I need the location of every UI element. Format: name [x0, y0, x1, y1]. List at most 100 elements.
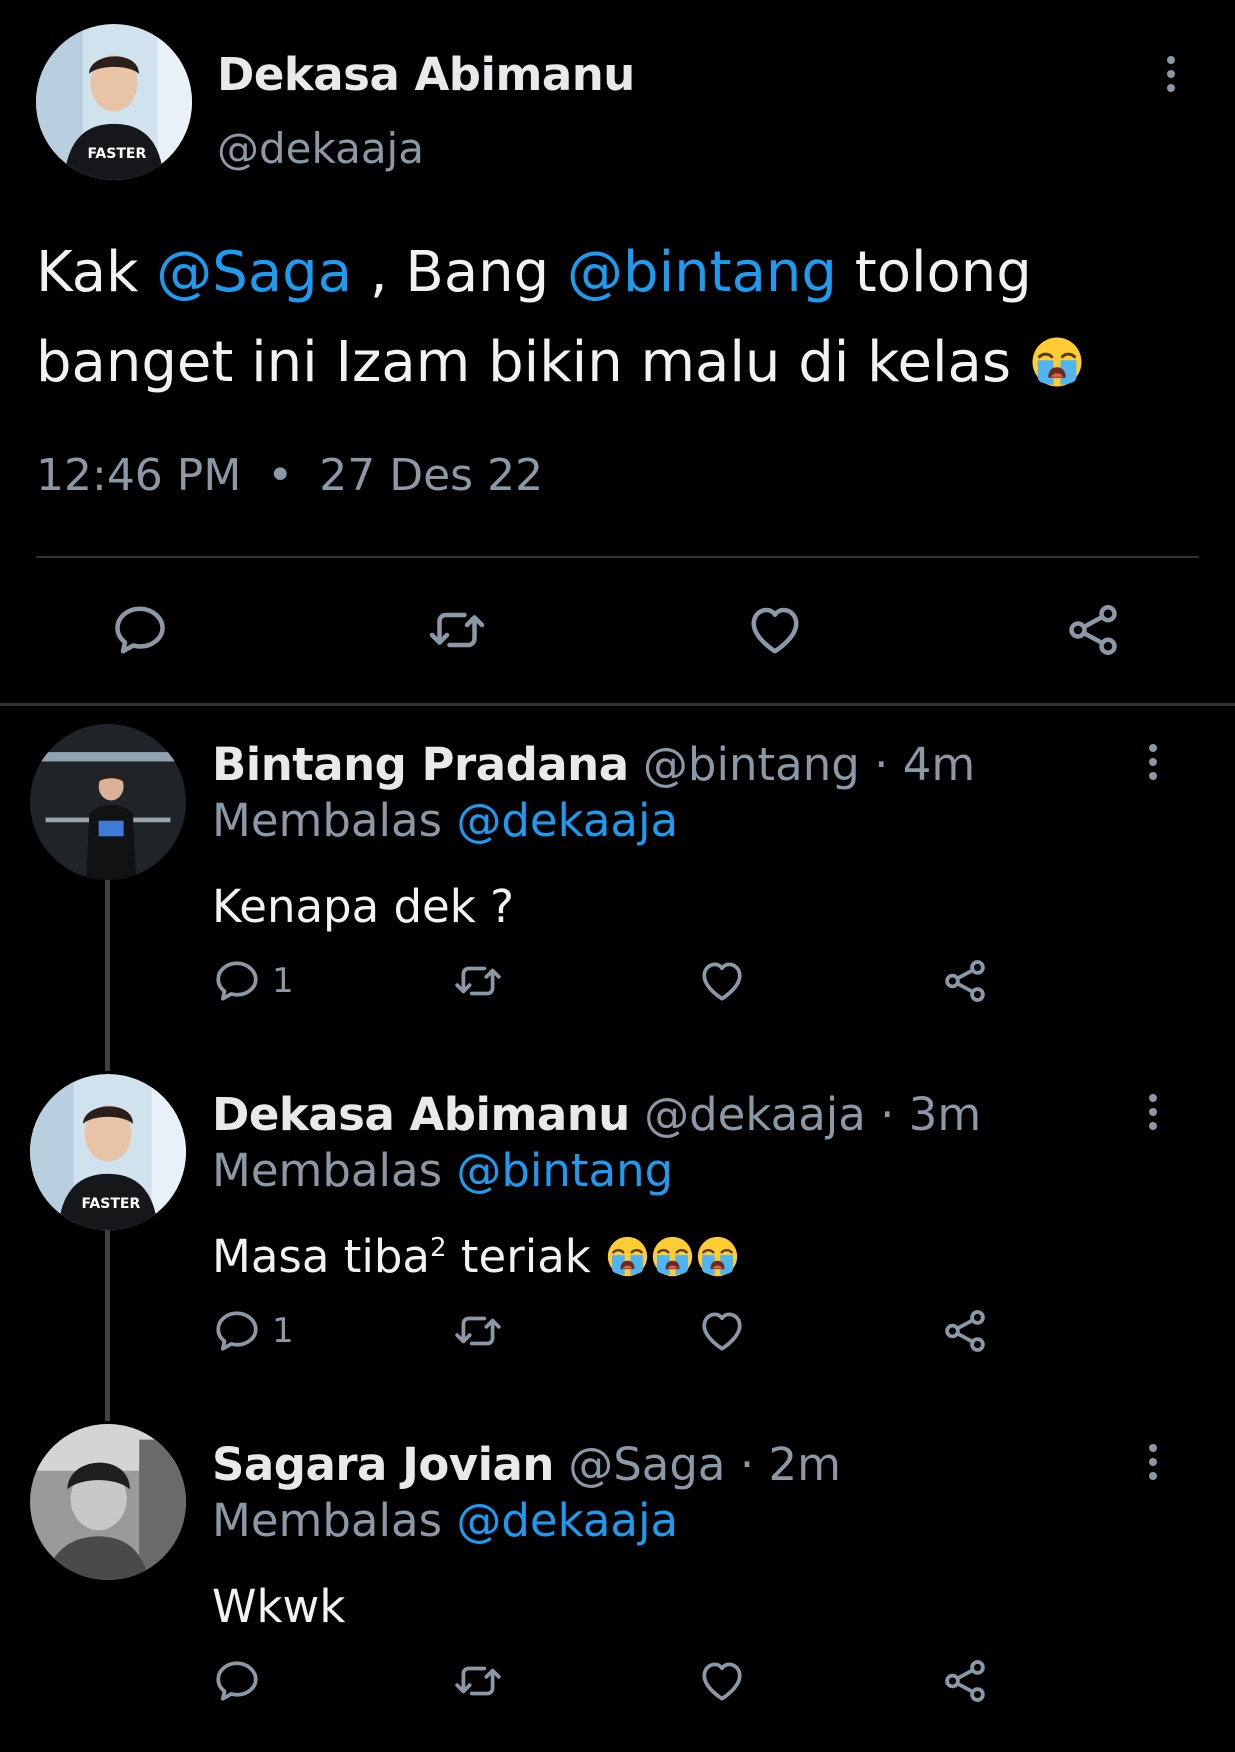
tweet-text-part: , Bang [352, 240, 568, 305]
avatar[interactable] [30, 1424, 186, 1580]
tweet-actions [0, 600, 1235, 664]
tweet-time: 12:46 PM [36, 450, 242, 501]
like-button[interactable] [697, 1656, 747, 1706]
tweet-actions [0, 1656, 1235, 1716]
retweet-button[interactable] [453, 956, 503, 1006]
main-tweet: FASTER Dekasa Abimanu @dekaaja Kak @Saga… [0, 0, 1235, 706]
share-button[interactable] [940, 956, 990, 1006]
tweet-timestamp[interactable]: 12:46 PM • 27 Des 22 [36, 450, 543, 501]
reply-time[interactable]: 3m [909, 1088, 981, 1141]
reply-button[interactable]: 1 [212, 1306, 294, 1356]
reply-author-name[interactable]: Dekasa Abimanu [212, 1088, 630, 1141]
more-options-icon[interactable] [1164, 56, 1178, 92]
loudly-crying-face-icon [1029, 334, 1085, 390]
reply-author-name[interactable]: Bintang Pradana [212, 738, 629, 791]
mention-link[interactable]: @dekaaja [456, 794, 678, 847]
avatar[interactable]: FASTER [36, 24, 192, 180]
divider [0, 703, 1235, 706]
more-options-icon[interactable] [1146, 1444, 1160, 1480]
reply-tweet: FASTER Dekasa Abimanu @dekaaja · 3m Memb… [0, 1058, 1235, 1408]
share-icon [940, 1306, 990, 1356]
mention-link[interactable]: @Saga [156, 240, 352, 305]
tweet-text: Kak @Saga , Bang @bintang tolong banget … [36, 228, 1166, 408]
reply-text: Kenapa dek ? [212, 880, 514, 933]
svg-text:FASTER: FASTER [87, 146, 146, 162]
reply-author-handle[interactable]: @Saga [568, 1438, 725, 1491]
reply-text-part: teriak [446, 1230, 606, 1283]
author-handle[interactable]: @dekaaja [217, 124, 424, 173]
reply-header: Dekasa Abimanu @dekaaja · 3m [212, 1088, 981, 1141]
header-separator: · [739, 1438, 755, 1491]
reply-time[interactable]: 4m [903, 738, 975, 791]
header-separator: · [874, 738, 889, 791]
retweet-button[interactable] [427, 600, 487, 660]
retweet-icon [427, 600, 487, 660]
reply-text: Wkwk [212, 1580, 346, 1633]
loudly-crying-face-icon [605, 1234, 650, 1279]
replying-label: Membalas [212, 794, 443, 847]
reply-text-superscript: 2 [430, 1233, 447, 1263]
tweet-actions: 1 [0, 1306, 1235, 1366]
divider [36, 556, 1199, 558]
more-options-icon[interactable] [1146, 1094, 1160, 1130]
tweet-actions: 1 [0, 956, 1235, 1016]
reply-text: Masa tiba2 teriak [212, 1230, 740, 1283]
loudly-crying-face-icon [695, 1234, 740, 1279]
replying-label: Membalas [212, 1494, 443, 1547]
reply-button[interactable] [212, 1656, 272, 1706]
reply-tweet: Bintang Pradana @bintang · 4m Membalas @… [0, 708, 1235, 1058]
retweet-button[interactable] [453, 1306, 503, 1356]
retweet-icon [453, 956, 503, 1006]
tweet-text-part: Kak [36, 240, 157, 305]
like-icon [697, 956, 747, 1006]
reply-icon [110, 600, 170, 660]
svg-text:FASTER: FASTER [81, 1196, 140, 1212]
reply-time[interactable]: 2m [768, 1438, 840, 1491]
share-icon [940, 1656, 990, 1706]
mention-link[interactable]: @bintang [567, 240, 837, 305]
reply-header: Sagara Jovian @Saga · 2m [212, 1438, 841, 1491]
reply-count: 1 [272, 1311, 294, 1351]
retweet-icon [453, 1306, 503, 1356]
reply-author-handle[interactable]: @bintang [643, 738, 860, 791]
like-button[interactable] [745, 600, 805, 660]
reply-icon [212, 1306, 262, 1356]
avatar[interactable]: FASTER [30, 1074, 186, 1230]
share-button[interactable] [940, 1656, 990, 1706]
like-button[interactable] [697, 956, 747, 1006]
share-icon [940, 956, 990, 1006]
retweet-button[interactable] [453, 1656, 503, 1706]
retweet-icon [453, 1656, 503, 1706]
mention-link[interactable]: @bintang [456, 1144, 673, 1197]
reply-button[interactable] [110, 600, 170, 660]
share-icon [1063, 600, 1123, 660]
avatar[interactable] [30, 724, 186, 880]
reply-tweet: Sagara Jovian @Saga · 2m Membalas @dekaa… [0, 1408, 1235, 1752]
meta-separator: • [267, 450, 294, 501]
reply-count: 1 [272, 961, 294, 1001]
reply-icon [212, 956, 262, 1006]
tweet-date: 27 Des 22 [319, 450, 544, 501]
more-options-icon[interactable] [1146, 744, 1160, 780]
like-button[interactable] [697, 1306, 747, 1356]
replying-to: Membalas @dekaaja [212, 1494, 678, 1547]
reply-header: Bintang Pradana @bintang · 4m [212, 738, 975, 791]
tweet-thread-page: FASTER Dekasa Abimanu @dekaaja Kak @Saga… [0, 0, 1235, 1752]
replying-to: Membalas @dekaaja [212, 794, 678, 847]
share-button[interactable] [1063, 600, 1123, 660]
reply-author-name[interactable]: Sagara Jovian [212, 1438, 554, 1491]
loudly-crying-face-icon [650, 1234, 695, 1279]
replying-to: Membalas @bintang [212, 1144, 673, 1197]
reply-icon [212, 1656, 262, 1706]
like-icon [697, 1656, 747, 1706]
reply-author-handle[interactable]: @dekaaja [644, 1088, 866, 1141]
like-icon [745, 600, 805, 660]
author-name[interactable]: Dekasa Abimanu [217, 48, 635, 101]
mention-link[interactable]: @dekaaja [456, 1494, 678, 1547]
header-separator: · [880, 1088, 895, 1141]
reply-text-part: Masa tiba [212, 1230, 431, 1283]
replying-label: Membalas [212, 1144, 443, 1197]
share-button[interactable] [940, 1306, 990, 1356]
reply-button[interactable]: 1 [212, 956, 294, 1006]
like-icon [697, 1306, 747, 1356]
